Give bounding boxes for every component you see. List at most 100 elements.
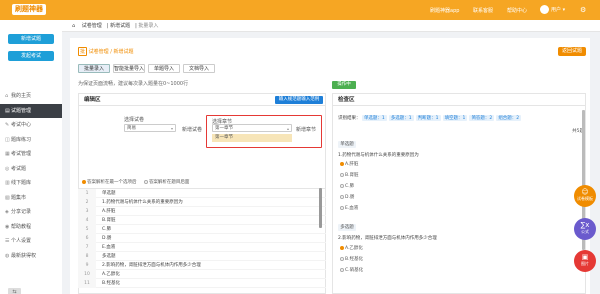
tool-button-0[interactable]: ☺ 试卷模板 xyxy=(574,185,596,207)
answer-option[interactable]: C.肺 xyxy=(340,183,354,189)
stats-label: 识别结果： xyxy=(338,116,361,121)
radio-dot xyxy=(340,194,344,199)
line-number: 7 xyxy=(78,243,96,252)
exam-select[interactable]: 简易 ▾ xyxy=(124,124,176,132)
edit-textarea[interactable]: 1 单选题 2 1.药物代谢与机体什么关系的重要原因为 3 A.肝脏 4 B.肾脏 5 C.肺 6 D… xyxy=(78,188,326,294)
line-number: 8 xyxy=(78,252,96,261)
line-text: C.肺 xyxy=(102,227,112,232)
option-label: A.乙醇化 xyxy=(345,246,363,251)
answer-option[interactable]: A.肝脏 xyxy=(340,161,358,167)
sidebar-item-11[interactable]: ◍ 最新获得权 xyxy=(0,249,62,264)
app-root: 刷题神器 刷题神器app 联系客服 帮助中心 用户 ▾ ⚙ 新增试题 发起考试 … xyxy=(0,0,600,294)
answer-option[interactable]: D.肠 xyxy=(340,194,354,200)
answer-option[interactable]: B.肾脏 xyxy=(340,172,359,178)
tag-text: 试卷管理 / 新增试题 xyxy=(88,49,134,55)
tool-icon: ☺ xyxy=(581,188,589,196)
tab-doc[interactable]: 文档导入 xyxy=(183,64,215,73)
tool-label: 公式 xyxy=(581,229,589,234)
sidebar-item-3[interactable]: ◫题库练习 xyxy=(0,133,62,148)
stat-badge: 简答题：2 xyxy=(469,115,495,121)
status-badge: 操作中 xyxy=(332,81,356,89)
sidebar-item-4[interactable]: ▦考试管理 xyxy=(0,147,62,162)
sidebar-item-0[interactable]: ⌂ 我的主页 xyxy=(0,89,62,104)
check-panel-title: 检查区 xyxy=(333,94,585,106)
tab-smart[interactable]: 智能批量导入 xyxy=(113,64,145,73)
answer-option[interactable]: A.乙醇化 xyxy=(340,245,363,251)
tool-button-2[interactable]: ▣ 图片 xyxy=(574,250,596,272)
new-exam-link[interactable]: 新增试卷 xyxy=(182,126,202,133)
line-text: B.羟基化 xyxy=(102,281,121,286)
radio-label: 答案解析在题目后面 xyxy=(148,180,190,185)
code-line: 9 2.影响药物，肾脏排泄方面与机体内作用多少合理 xyxy=(78,261,326,270)
radio-after-option[interactable]: 答案解析在最一个选项后 xyxy=(82,179,137,185)
help-link[interactable]: 帮助中心 xyxy=(507,7,527,14)
stat-badge: 组合题：2 xyxy=(496,115,522,121)
code-line: 6 D.肠 xyxy=(78,234,326,243)
sidebar-item-9[interactable]: ◉ 帮助教程 xyxy=(0,220,62,235)
answer-option[interactable]: E.血液 xyxy=(340,205,358,211)
option-label: C.肺 xyxy=(345,184,355,189)
contact-link[interactable]: 联系客服 xyxy=(473,7,493,14)
sidebar-item-6[interactable]: ▥线下题库 xyxy=(0,176,62,191)
collapse-icon[interactable]: ⇆ xyxy=(8,288,21,294)
question-text: 2.影响药物，肾脏排泄方面与机体内作用多少合理 xyxy=(338,236,437,241)
sidebar-item-label: 试题管理 xyxy=(11,107,32,114)
answer-option[interactable]: B.羟基化 xyxy=(340,256,363,262)
chapter-option[interactable]: 第一章节 xyxy=(212,134,292,142)
sidebar-item-10[interactable]: ☰ 个人设置 xyxy=(0,234,62,249)
answer-option[interactable]: C.硝基化 xyxy=(340,267,363,273)
sidebar-menu: ⌂ 我的主页 ▤试题管理 ✎ 考试中心 ◫题库练习 ▦考试管理 ◎ 考试题 ▥线下题库 ▧题集市 ◈ 分… xyxy=(0,89,62,263)
hint-text: 为保证页面流畅，建议每次录入题量在0~1000行 xyxy=(78,81,189,87)
radio-dot xyxy=(340,183,344,188)
home-icon[interactable]: ⌂ xyxy=(72,23,75,29)
new-paper-button[interactable]: 发起考试 xyxy=(8,51,54,61)
line-text: D.肠 xyxy=(102,236,112,241)
new-chapter-link[interactable]: 新增章节 xyxy=(296,126,316,133)
back-button[interactable]: 返回试题 xyxy=(558,47,586,56)
gear-icon[interactable]: ⚙ xyxy=(580,6,586,14)
code-line: 3 A.肝脏 xyxy=(78,207,326,216)
sidebar-item-8[interactable]: ◈ 分享记录 xyxy=(0,205,62,220)
breadcrumb-item[interactable]: 试卷管理 xyxy=(82,23,102,29)
radio-dot xyxy=(82,179,86,184)
sidebar-item-1[interactable]: ▤试题管理 xyxy=(0,103,62,118)
line-number: 9 xyxy=(78,261,96,270)
check-panel: 检查区 xyxy=(332,93,586,294)
line-text: A.肝脏 xyxy=(102,209,116,214)
radio-after-question[interactable]: 答案解析在题目后面 xyxy=(143,179,190,185)
radio-dot xyxy=(340,172,344,177)
import-example-button[interactable]: 输入规范题输入范例 xyxy=(275,96,323,104)
sidebar-item-label: 题集市 xyxy=(11,194,27,201)
radio-dot xyxy=(143,179,148,184)
stat-badge: 多选题：1 xyxy=(388,115,414,121)
radio-dot xyxy=(340,161,344,166)
breadcrumb: ⌂ 试卷管理 | 新增试题 | 批量录入 xyxy=(62,20,600,32)
chapter-select[interactable]: 第一章节 ▴ xyxy=(212,124,292,132)
tab-batch[interactable]: 批量录入 xyxy=(78,64,110,73)
new-exam-button[interactable]: 新增试题 xyxy=(8,34,54,44)
option-label: B.羟基化 xyxy=(345,257,364,262)
code-line: 5 C.肺 xyxy=(78,225,326,234)
tool-button-1[interactable]: ∑x 公式 xyxy=(574,218,596,240)
option-label: E.血液 xyxy=(345,206,359,211)
question-type-badge: 单选题 xyxy=(338,141,356,148)
code-line: 1 单选题 xyxy=(78,189,326,198)
tool-label: 试卷模板 xyxy=(577,196,593,201)
page-tag: 批 试卷管理 / 新增试题 xyxy=(78,47,133,56)
tab-single[interactable]: 单题导入 xyxy=(148,64,180,73)
app-link[interactable]: 刷题神器app xyxy=(430,7,459,14)
answer-mode-radios: 答案解析在最一个选项后 答案解析在题目后面 xyxy=(82,179,189,185)
logo[interactable]: 刷题神器 xyxy=(12,4,46,15)
sidebar-item-2[interactable]: ✎ 考试中心 xyxy=(0,118,62,133)
line-number: 11 xyxy=(78,279,96,288)
sidebar-item-7[interactable]: ▧题集市 xyxy=(0,191,62,206)
edit-scrollbar[interactable] xyxy=(319,188,322,228)
option-label: D.肠 xyxy=(345,195,355,200)
breadcrumb-item[interactable]: 新增试题 xyxy=(110,23,130,29)
line-text: B.肾脏 xyxy=(102,218,116,223)
stat-badge: 填空题：1 xyxy=(442,115,468,121)
user-menu[interactable]: 用户 ▾ xyxy=(540,5,565,14)
sidebar-item-5[interactable]: ◎ 考试题 xyxy=(0,162,62,177)
radio-dot xyxy=(340,245,344,250)
recognition-stats: 识别结果： 单选题：1 多选题：1 判断题：1 填空题：1 简答题：2 组合题：2 xyxy=(338,115,523,121)
